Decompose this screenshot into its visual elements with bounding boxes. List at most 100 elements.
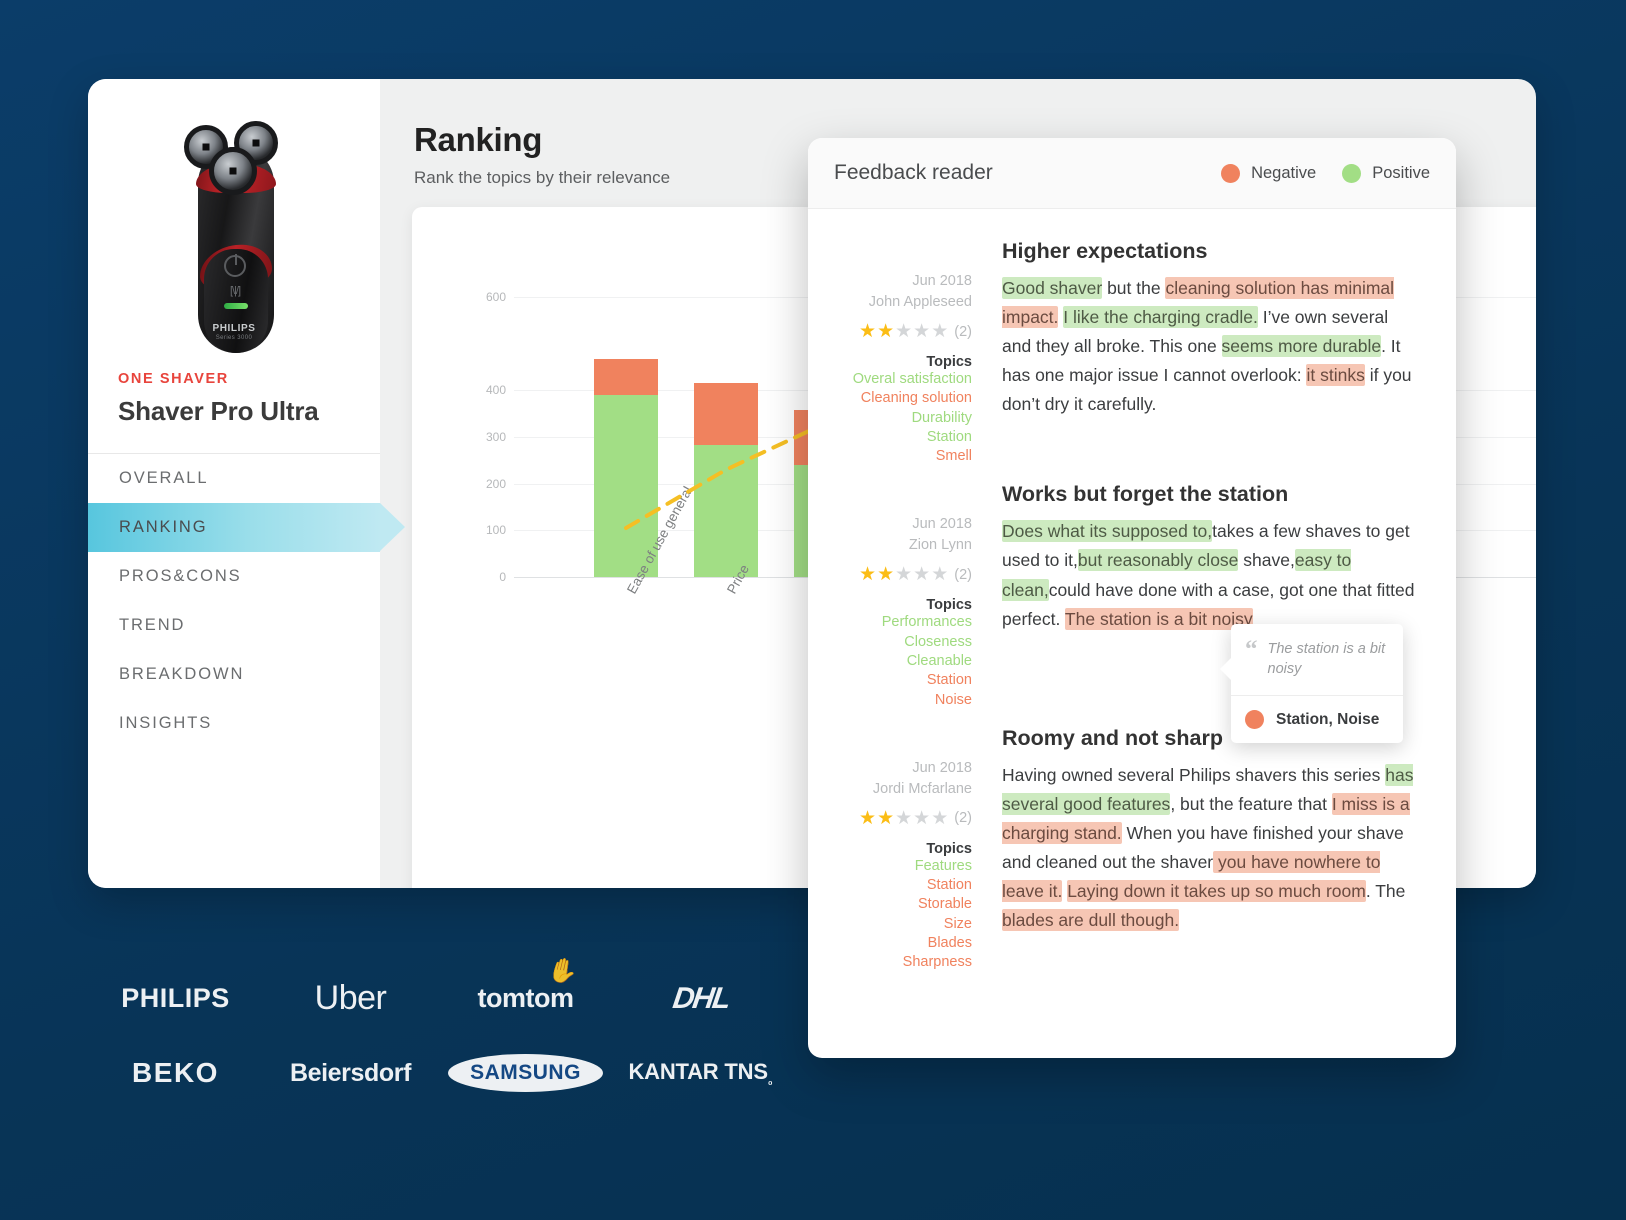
highlight-negative[interactable]: it stinks (1306, 364, 1364, 386)
client-logos: PHILIPS Uber tomtom✋ DHL BEKO Beiersdorf… (88, 979, 788, 1092)
logo-beiersdorf: Beiersdorf (263, 1059, 438, 1088)
topic-tag[interactable]: Durability (826, 409, 972, 428)
topic-tag[interactable]: Blades (826, 934, 972, 953)
sidebar-item-overall[interactable]: OVERALL (88, 454, 380, 503)
product-image-series: Series 3000 (176, 335, 292, 341)
highlight-positive[interactable]: Good shaver (1002, 277, 1102, 299)
negative-dot-icon (1221, 164, 1240, 183)
feedback-reader-title: Feedback reader (834, 161, 993, 185)
highlight-tooltip: “ The station is a bit noisy Station, No… (1231, 624, 1403, 743)
topics-label: Topics (826, 841, 972, 857)
product-title: Shaver Pro Ultra (118, 396, 350, 427)
review-title: Higher expectations (1002, 239, 1422, 264)
sidebar-item-insights[interactable]: INSIGHTS (88, 699, 380, 748)
sidebar-item-label: TREND (119, 616, 185, 635)
review-count: (2) (954, 567, 972, 583)
legend-label: Negative (1251, 164, 1316, 183)
topic-tag[interactable]: Station (826, 671, 972, 690)
review-rating: ★★★★★(2) (826, 809, 972, 828)
hand-icon: ✋ (545, 954, 580, 988)
logo-uber: Uber (263, 979, 438, 1018)
star-icon: ★ (931, 565, 948, 584)
product-meta: ONE SHAVER Shaver Pro Ultra (88, 369, 380, 453)
legend-item-negative[interactable]: Negative (1221, 164, 1316, 183)
feedback-reader-header: Feedback reader Negative Positive (808, 138, 1456, 209)
sidebar-item-label: BREAKDOWN (119, 665, 244, 684)
topic-tag[interactable]: Noise (826, 691, 972, 710)
topic-tag[interactable]: Size (826, 915, 972, 934)
highlight-positive[interactable]: I like the charging cradle. (1063, 306, 1258, 328)
star-icon: ★ (859, 809, 876, 828)
topic-tag[interactable]: Cleaning solution (826, 389, 972, 408)
review-count: (2) (954, 810, 972, 826)
chart-y-axis: 0100200300400600 (468, 297, 512, 577)
logo-samsung: SAMSUNG (438, 1054, 613, 1092)
quote-icon: “ (1245, 640, 1258, 679)
star-icon: ★ (895, 322, 912, 341)
plain-text: , but the feature that (1170, 794, 1332, 814)
product-eyebrow: ONE SHAVER (118, 371, 350, 387)
star-icon: ★ (913, 565, 930, 584)
star-icon: ★ (859, 322, 876, 341)
star-icon: ★ (931, 809, 948, 828)
highlight-negative[interactable]: blades are dull though. (1002, 909, 1179, 931)
highlight-positive[interactable]: seems more durable (1222, 335, 1382, 357)
plain-text: Having owned several Philips shavers thi… (1002, 765, 1385, 785)
legend-label: Positive (1372, 164, 1430, 183)
logo-dhl: DHL (613, 982, 788, 1016)
plain-text: but the (1102, 278, 1165, 298)
star-icon: ★ (895, 809, 912, 828)
star-icon: ★ (859, 565, 876, 584)
review-body: Good shaver but the cleaning solution ha… (1002, 274, 1422, 419)
sidebar-item-ranking[interactable]: RANKING (88, 503, 380, 552)
highlight-negative[interactable]: Laying down it takes up so much room (1067, 880, 1366, 902)
shaver-illustration: [\|/] PHILIPS Series 3000 (176, 109, 292, 357)
tooltip-topics: Station, Noise (1231, 695, 1403, 743)
topic-tag[interactable]: Sharpness (826, 953, 972, 972)
logo-kantar: KANTAR TNS₀ (613, 1059, 788, 1087)
review-title: Works but forget the station (1002, 482, 1422, 507)
topic-tag[interactable]: Performances (826, 613, 972, 632)
tooltip-quote-text: The station is a bit noisy (1268, 640, 1390, 679)
star-icon: ★ (877, 809, 894, 828)
topic-tag[interactable]: Station (826, 428, 972, 447)
product-image-brand: PHILIPS (176, 323, 292, 334)
review-author: John Appleseed (826, 292, 972, 313)
review-date: Jun 2018 (826, 514, 972, 535)
legend-item-positive[interactable]: Positive (1342, 164, 1430, 183)
topic-tag[interactable]: Features (826, 857, 972, 876)
tooltip-topics-label: Station, Noise (1276, 711, 1379, 729)
review-item[interactable]: Jun 2018Jordi Mcfarlane★★★★★(2)TopicsFea… (826, 726, 1422, 973)
topic-tag[interactable]: Overal satisfaction (826, 370, 972, 389)
chart-y-tick: 200 (486, 477, 506, 491)
highlight-positive[interactable]: but reasonably close (1078, 549, 1239, 571)
star-icon: ★ (877, 565, 894, 584)
review-text: Roomy and not sharpHaving owned several … (1002, 726, 1422, 973)
review-author: Zion Lynn (826, 535, 972, 556)
sidebar-item-label: PROS&CONS (119, 567, 242, 586)
sidebar-item-trend[interactable]: TREND (88, 601, 380, 650)
power-button-icon (224, 255, 246, 277)
sidebar-item-label: RANKING (119, 518, 207, 537)
topic-tag[interactable]: Cleanable (826, 652, 972, 671)
sidebar-item-pros-cons[interactable]: PROS&CONS (88, 552, 380, 601)
topic-tag[interactable]: Station (826, 876, 972, 895)
review-item[interactable]: Jun 2018John Appleseed★★★★★(2)TopicsOver… (826, 239, 1422, 466)
sidebar-nav: OVERALL RANKING PROS&CONS TREND BREAKDOWN INS… (88, 453, 380, 748)
feedback-reader-panel: Feedback reader Negative Positive Jun 201… (808, 138, 1456, 1058)
sidebar-item-breakdown[interactable]: BREAKDOWN (88, 650, 380, 699)
highlight-negative[interactable]: The station is a bit noisy (1065, 608, 1253, 630)
review-rating: ★★★★★(2) (826, 322, 972, 341)
topic-tag[interactable]: Smell (826, 447, 972, 466)
highlight-positive[interactable]: Does what its supposed to, (1002, 520, 1212, 542)
tooltip-quote: “ The station is a bit noisy (1231, 624, 1403, 695)
product-image: [\|/] PHILIPS Series 3000 (88, 79, 380, 369)
review-rating: ★★★★★(2) (826, 565, 972, 584)
chart-y-tick: 300 (486, 430, 506, 444)
topic-tag[interactable]: Closeness (826, 633, 972, 652)
review-body: Does what its supposed to,takes a few sh… (1002, 517, 1422, 633)
review-meta: Jun 2018Zion Lynn★★★★★(2)TopicsPerforman… (826, 482, 1002, 709)
topics-label: Topics (826, 597, 972, 613)
topic-tag[interactable]: Storable (826, 895, 972, 914)
review-text: Higher expectations Good shaver but the c… (1002, 239, 1422, 466)
